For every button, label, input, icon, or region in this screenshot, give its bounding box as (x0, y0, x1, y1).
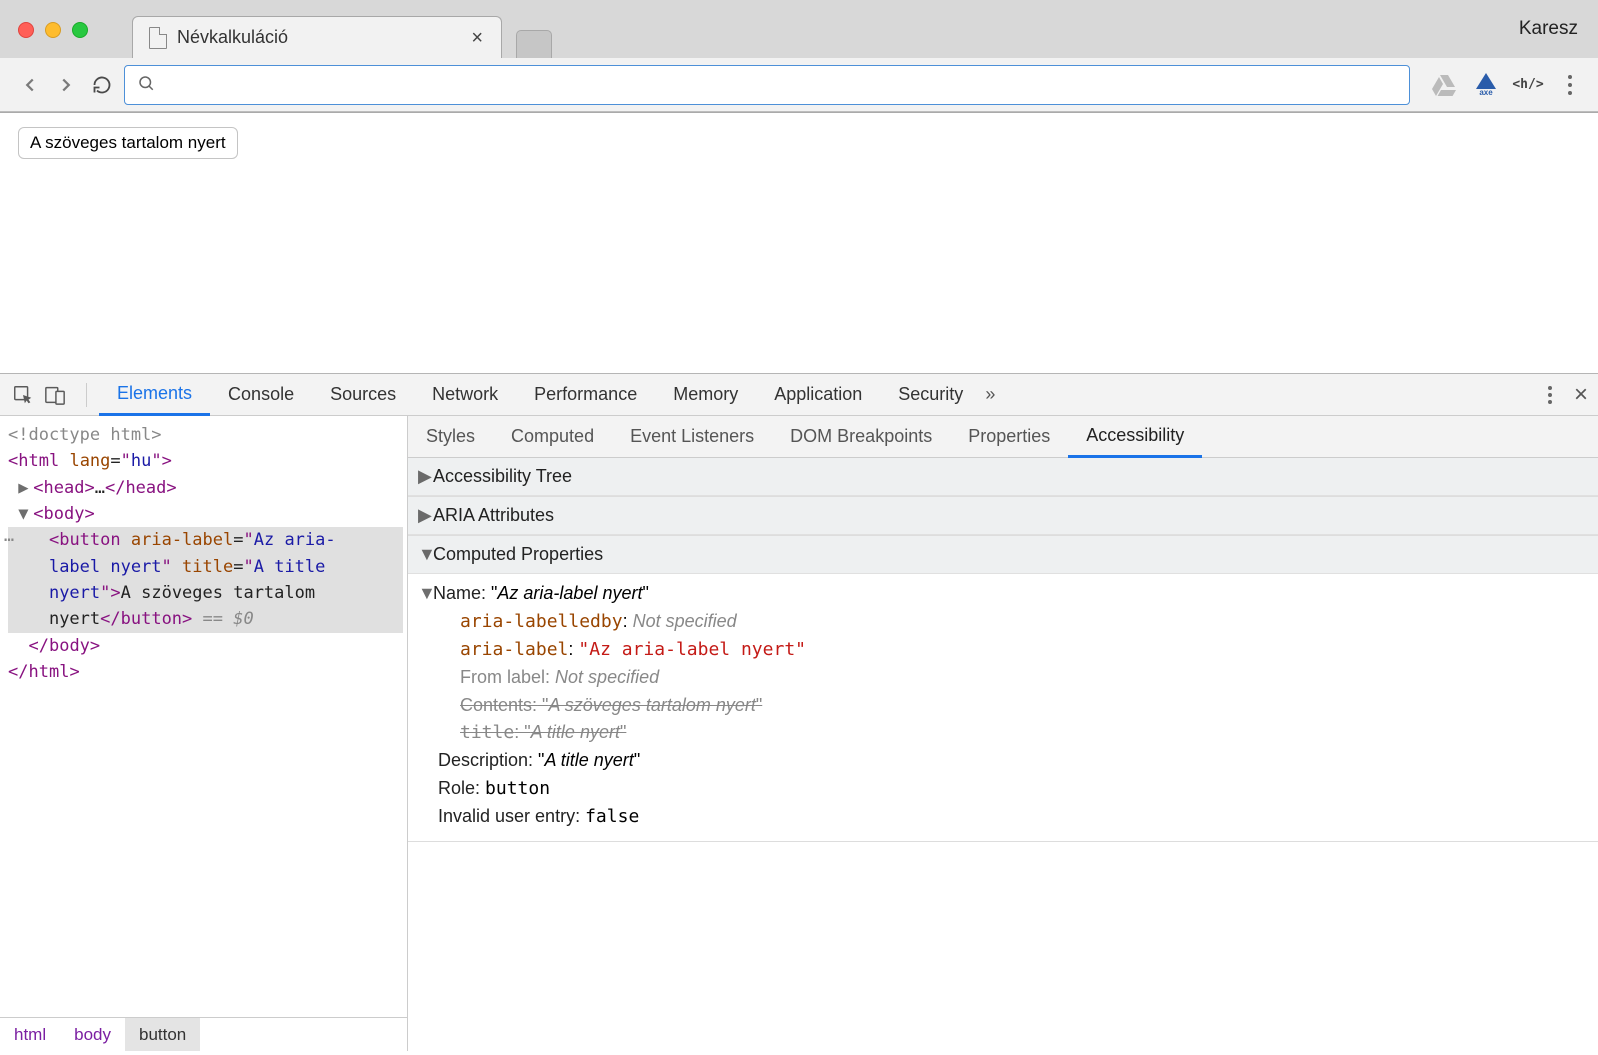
tab-elements[interactable]: Elements (99, 374, 210, 416)
tab-security[interactable]: Security (880, 374, 981, 416)
tab-performance[interactable]: Performance (516, 374, 655, 416)
subtab-dom-breakpoints[interactable]: DOM Breakpoints (772, 416, 950, 458)
dom-breadcrumb: html body button (0, 1017, 407, 1051)
page-viewport: A szöveges tartalom nyert (0, 113, 1598, 373)
acc-title-row: title: "A title nyert" (438, 719, 1588, 747)
acc-from-label-row: From label: Not specified (438, 664, 1588, 692)
new-tab-placeholder[interactable] (516, 30, 552, 58)
device-toolbar-button[interactable] (42, 382, 68, 408)
close-devtools-button[interactable]: × (1574, 381, 1588, 409)
close-tab-button[interactable]: × (471, 28, 483, 48)
subtab-event-listeners[interactable]: Event Listeners (612, 416, 772, 458)
subtab-computed[interactable]: Computed (493, 416, 612, 458)
devtools-tabbar: Elements Console Sources Network Perform… (0, 374, 1598, 416)
subtab-properties[interactable]: Properties (950, 416, 1068, 458)
chevron-right-icon: ▶ (418, 466, 429, 487)
tab-memory[interactable]: Memory (655, 374, 756, 416)
chevron-right-icon: ▶ (418, 505, 429, 526)
browser-menu-button[interactable] (1558, 73, 1582, 97)
demo-button[interactable]: A szöveges tartalom nyert (18, 127, 238, 159)
address-input[interactable] (165, 76, 1397, 94)
tab-console[interactable]: Console (210, 374, 312, 416)
accessibility-tree-section[interactable]: ▶Accessibility Tree (408, 458, 1598, 497)
acc-invalid-row: Invalid user entry: false (438, 803, 1588, 831)
tab-application[interactable]: Application (756, 374, 880, 416)
subtab-accessibility[interactable]: Accessibility (1068, 416, 1202, 458)
sidebar-tabs: Styles Computed Event Listeners DOM Brea… (408, 416, 1598, 458)
more-tabs-button[interactable]: » (985, 384, 995, 405)
profile-name[interactable]: Karesz (1519, 18, 1578, 40)
subtab-styles[interactable]: Styles (408, 416, 493, 458)
address-bar[interactable] (124, 65, 1410, 105)
acc-aria-label-row: aria-label: "Az aria-label nyert" (438, 636, 1588, 664)
breadcrumb-body[interactable]: body (60, 1018, 125, 1051)
reload-button[interactable] (88, 71, 116, 99)
chevron-down-icon: ▼ (418, 580, 429, 608)
breadcrumb-button[interactable]: button (125, 1018, 200, 1051)
search-icon (137, 74, 155, 95)
back-button[interactable] (16, 71, 44, 99)
selected-dom-node[interactable]: ⋯ <button aria-label="Az aria- label nye… (8, 527, 403, 632)
axe-extension-icon[interactable]: axe (1474, 73, 1498, 97)
chevron-down-icon: ▼ (418, 544, 429, 565)
browser-chrome: Névkalkuláció × Karesz (0, 0, 1598, 113)
file-icon (149, 27, 167, 49)
acc-aria-labelledby-row: aria-labelledby: Not specified (438, 608, 1588, 636)
devtools-menu-button[interactable] (1548, 386, 1552, 404)
minimize-window-button[interactable] (45, 22, 61, 38)
google-drive-icon[interactable] (1432, 73, 1456, 97)
window-controls (18, 22, 88, 38)
dom-tree[interactable]: <!doctype html> <html lang="hu"> ▶<head>… (0, 416, 407, 1017)
maximize-window-button[interactable] (72, 22, 88, 38)
extension-icons: axe <h/> (1432, 73, 1582, 97)
sidebar-panel: Styles Computed Event Listeners DOM Brea… (408, 416, 1598, 1051)
devtools-panel: Elements Console Sources Network Perform… (0, 373, 1598, 1051)
inspect-element-button[interactable] (10, 382, 36, 408)
dom-doctype: <!doctype html> (8, 425, 162, 445)
aria-attributes-section[interactable]: ▶ARIA Attributes (408, 497, 1598, 536)
acc-role-row: Role: button (438, 775, 1588, 803)
elements-panel: <!doctype html> <html lang="hu"> ▶<head>… (0, 416, 408, 1051)
acc-description-row: Description: "A title nyert" (438, 747, 1588, 775)
tab-sources[interactable]: Sources (312, 374, 414, 416)
section-title: Accessibility Tree (433, 466, 572, 487)
acc-contents-row: Contents: "A szöveges tartalom nyert" (438, 692, 1588, 720)
html-extension-icon[interactable]: <h/> (1516, 73, 1540, 97)
breadcrumb-html[interactable]: html (0, 1018, 60, 1051)
browser-tab[interactable]: Névkalkuláció × (132, 16, 502, 58)
section-title: Computed Properties (433, 544, 603, 565)
forward-button[interactable] (52, 71, 80, 99)
tab-strip: Névkalkuláció × Karesz (0, 0, 1598, 58)
computed-properties-section: ▼Computed Properties ▼ Name: "Az aria-la… (408, 536, 1598, 842)
tab-title: Névkalkuláció (177, 27, 288, 48)
close-window-button[interactable] (18, 22, 34, 38)
tab-network[interactable]: Network (414, 374, 516, 416)
section-title: ARIA Attributes (433, 505, 554, 526)
browser-toolbar: axe <h/> (0, 58, 1598, 112)
ellipsis-icon: ⋯ (4, 527, 14, 553)
acc-name-row: ▼ Name: "Az aria-label nyert" (438, 580, 1588, 608)
